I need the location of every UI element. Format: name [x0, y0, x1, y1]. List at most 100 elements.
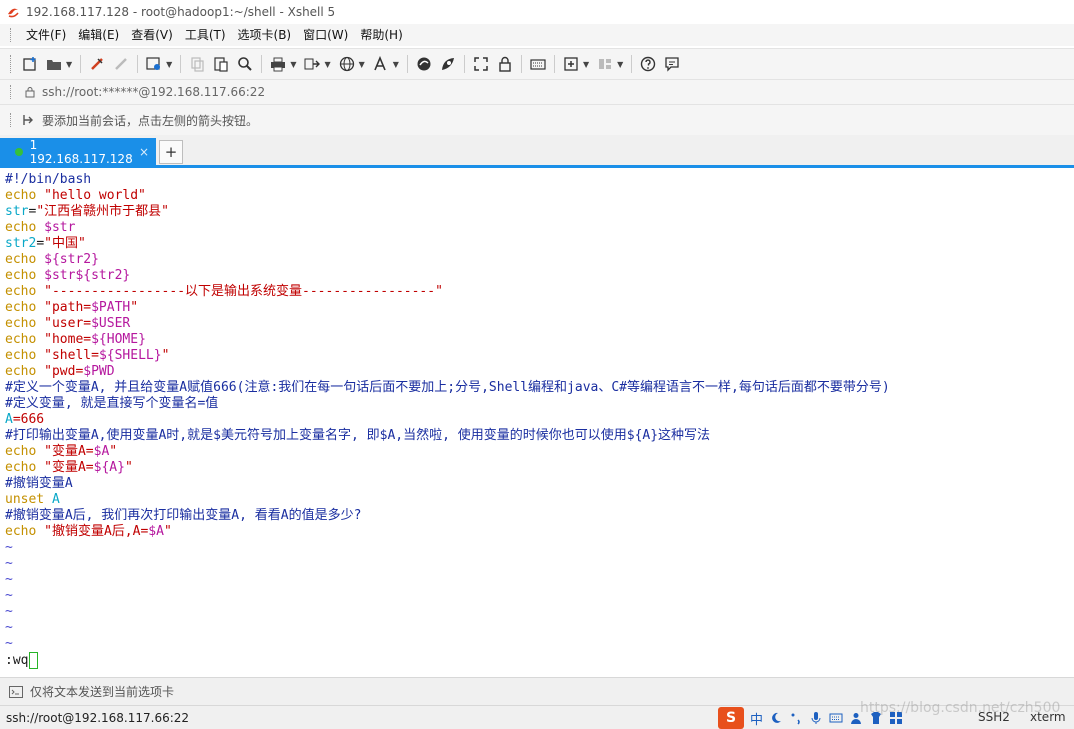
- xshell-app-icon: [8, 8, 19, 18]
- fullscreen-icon[interactable]: [471, 54, 491, 74]
- font-caret-icon[interactable]: ▼: [393, 60, 399, 69]
- terminal-token: echo: [5, 332, 45, 347]
- toolbar-separator: [80, 55, 82, 73]
- font-icon[interactable]: [371, 54, 391, 74]
- vim-command-line[interactable]: :wq: [5, 652, 39, 669]
- vim-command: :wq: [5, 652, 29, 668]
- terminal-line: ~: [5, 588, 890, 604]
- terminal-line: str2="中国": [5, 236, 890, 252]
- copy-icon[interactable]: [187, 54, 207, 74]
- properties-icon[interactable]: [144, 54, 164, 74]
- terminal-line: echo $str: [5, 220, 890, 236]
- toolbar-separator: [553, 55, 555, 73]
- transfer-icon[interactable]: [302, 54, 322, 74]
- toolbar-separator: [520, 55, 522, 73]
- menu-tab[interactable]: 选项卡(B): [232, 24, 298, 46]
- address-bar: ssh://root:******@192.168.117.66:22: [0, 79, 1074, 104]
- tab-close-icon[interactable]: ×: [139, 145, 149, 159]
- terminal-token: echo: [5, 348, 45, 363]
- menu-tools[interactable]: 工具(T): [179, 24, 232, 46]
- terminal-text: #!/bin/bash echo "hello world" str="江西省赣州市…: [5, 172, 890, 652]
- xmanager-icon[interactable]: [438, 54, 458, 74]
- terminal-token: "撤销变量A后,A=: [44, 524, 149, 539]
- terminal-line: echo "shell=${SHELL}": [5, 348, 890, 364]
- transfer-caret-icon[interactable]: ▼: [324, 60, 330, 69]
- add-session-arrow-icon[interactable]: [22, 113, 36, 127]
- link-icon[interactable]: [87, 54, 107, 74]
- print-caret-icon[interactable]: ▼: [290, 60, 296, 69]
- status-connection: ssh://root@192.168.117.66:22: [6, 710, 190, 725]
- moon-icon[interactable]: [769, 711, 783, 725]
- terminal-token: ": [161, 348, 170, 363]
- terminal-token: echo: [5, 188, 45, 203]
- terminal-line: ~: [5, 620, 890, 636]
- new-tab-icon[interactable]: [561, 54, 581, 74]
- layout-caret-icon[interactable]: ▼: [617, 60, 623, 69]
- terminal-token: "home=: [44, 332, 92, 347]
- open-folder-icon[interactable]: [44, 54, 64, 74]
- terminal-token: "变量A=: [44, 444, 94, 459]
- globe-icon[interactable]: [337, 54, 357, 74]
- tab-session-1[interactable]: 1 192.168.117.128 ×: [0, 138, 156, 166]
- terminal-token: $str: [44, 220, 76, 235]
- terminal-line: echo "path=$PATH": [5, 300, 890, 316]
- print-icon[interactable]: [268, 54, 288, 74]
- compose-icon[interactable]: [9, 685, 23, 698]
- watermark: https://blog.csdn.net/czh500: [860, 700, 1061, 716]
- terminal-token: echo: [5, 364, 45, 379]
- terminal-line: #!/bin/bash: [5, 172, 890, 188]
- add-tab-button[interactable]: +: [159, 140, 183, 164]
- terminal-token: "中国": [44, 236, 86, 251]
- address-input[interactable]: ssh://root:******@192.168.117.66:22: [42, 85, 265, 99]
- address-grip[interactable]: [10, 85, 14, 99]
- microphone-icon[interactable]: [809, 711, 823, 725]
- toolbar-grip[interactable]: [10, 55, 14, 73]
- new-session-icon[interactable]: [20, 54, 40, 74]
- menu-edit[interactable]: 编辑(E): [72, 24, 125, 46]
- layout-icon[interactable]: [595, 54, 615, 74]
- open-folder-caret-icon[interactable]: ▼: [66, 60, 72, 69]
- terminal-token: echo: [5, 524, 45, 539]
- keyboard-icon[interactable]: [829, 711, 843, 725]
- punctuation-icon[interactable]: [789, 711, 803, 725]
- ime-language[interactable]: 中: [750, 709, 763, 728]
- menu-file[interactable]: 文件(F): [20, 24, 72, 46]
- session-hint-bar: 要添加当前会话，点击左侧的箭头按钮。: [0, 104, 1074, 135]
- terminal-line: echo "变量A=${A}": [5, 460, 890, 476]
- help-icon[interactable]: [638, 54, 658, 74]
- paste-icon[interactable]: [211, 54, 231, 74]
- terminal-area[interactable]: #!/bin/bash echo "hello world" str="江西省赣州市…: [0, 168, 1074, 676]
- terminal-token: ": [109, 444, 118, 459]
- terminal-line: echo ${str2}: [5, 252, 890, 268]
- keyboard-icon[interactable]: [528, 54, 548, 74]
- connected-status-icon: [15, 147, 23, 156]
- unlink-icon[interactable]: [111, 54, 131, 74]
- globe-caret-icon[interactable]: ▼: [359, 60, 365, 69]
- terminal-token: "pwd=: [44, 364, 84, 379]
- menu-help[interactable]: 帮助(H): [354, 24, 408, 46]
- sogou-ime-icon[interactable]: S: [718, 707, 744, 729]
- menu-window[interactable]: 窗口(W): [297, 24, 354, 46]
- new-tab-caret-icon[interactable]: ▼: [583, 60, 589, 69]
- session-hint-text: 要添加当前会话，点击左侧的箭头按钮。: [42, 113, 259, 128]
- terminal-token: ~: [5, 556, 13, 571]
- terminal-token: echo: [5, 268, 45, 283]
- find-icon[interactable]: [235, 54, 255, 74]
- terminal-line: ~: [5, 540, 890, 556]
- toolbar-separator: [261, 55, 263, 73]
- terminal-token: "hello world": [44, 188, 146, 203]
- properties-caret-icon[interactable]: ▼: [166, 60, 172, 69]
- menu-view[interactable]: 查看(V): [125, 24, 179, 46]
- hint-grip[interactable]: [10, 113, 14, 127]
- lock-icon[interactable]: [495, 54, 515, 74]
- chat-icon[interactable]: [662, 54, 682, 74]
- terminal-token: ~: [5, 540, 13, 555]
- terminal-token: ~: [5, 572, 13, 587]
- terminal-line: ~: [5, 636, 890, 652]
- terminal-token: echo: [5, 252, 45, 267]
- terminal-line: #打印输出变量A,使用变量A时,就是$美元符号加上变量名字, 即$A,当然啦, …: [5, 428, 890, 444]
- xftp-icon[interactable]: [414, 54, 434, 74]
- terminal-line: #撤销变量A: [5, 476, 890, 492]
- menu-grip[interactable]: [10, 28, 14, 42]
- compose-bar-text: 仅将文本发送到当前选项卡: [30, 685, 175, 699]
